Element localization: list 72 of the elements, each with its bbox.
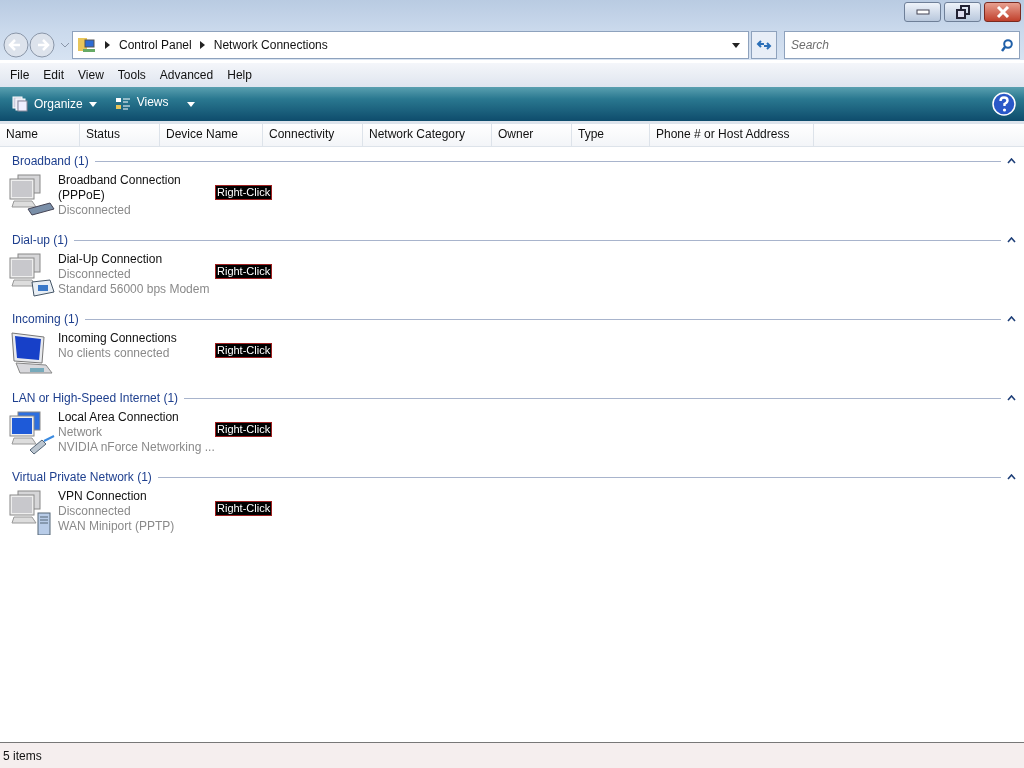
column-header[interactable]: Connectivity: [263, 124, 363, 146]
column-header[interactable]: Network Category: [363, 124, 492, 146]
breadcrumb-arrow-icon: [105, 41, 111, 49]
pages-icon: [12, 96, 28, 112]
column-header[interactable]: Device Name: [160, 124, 263, 146]
back-forward-icon[interactable]: [2, 31, 70, 59]
refresh-button[interactable]: [751, 31, 777, 59]
minimize-button[interactable]: [904, 2, 941, 22]
breadcrumb[interactable]: Control Panel: [119, 38, 192, 52]
column-header[interactable]: Type: [572, 124, 650, 146]
close-icon: [995, 6, 1010, 18]
menu-item[interactable]: Edit: [36, 66, 72, 84]
group-header[interactable]: LAN or High-Speed Internet (1): [12, 391, 179, 405]
restore-icon: [955, 5, 970, 19]
group-header[interactable]: Incoming (1): [12, 312, 79, 326]
network-folder-icon: [77, 36, 97, 54]
help-icon[interactable]: [992, 92, 1016, 116]
collapse-chevron-icon[interactable]: [1007, 158, 1016, 164]
connection-detail: NVIDIA nForce Networking ...: [58, 440, 215, 455]
search-icon[interactable]: [1001, 39, 1013, 52]
computers-phone-icon[interactable]: [8, 252, 56, 298]
menu-item[interactable]: File: [3, 66, 37, 84]
dropdown-arrow-icon[interactable]: [732, 42, 740, 48]
collapse-chevron-icon[interactable]: [1007, 395, 1016, 401]
connection-name[interactable]: VPN Connection: [58, 489, 212, 504]
group-header[interactable]: Broadband (1): [12, 154, 89, 168]
collapse-chevron-icon[interactable]: [1007, 316, 1016, 322]
refresh-icon: [756, 38, 772, 52]
connection-detail: WAN Miniport (PPTP): [58, 519, 175, 534]
breadcrumb-arrow-icon: [199, 41, 206, 49]
views-icon: [114, 97, 131, 111]
search-field[interactable]: Search: [784, 31, 1020, 59]
group-header[interactable]: Virtual Private Network (1): [12, 470, 152, 484]
restore-button[interactable]: [944, 2, 981, 22]
monitor-icon[interactable]: [8, 331, 56, 377]
views-button[interactable]: Views: [110, 95, 199, 113]
annotation-label: Right-Click: [215, 422, 273, 437]
minimize-icon: [915, 9, 930, 15]
menu-item[interactable]: Help: [220, 66, 259, 84]
connection-detail: Network: [58, 425, 102, 440]
menu-item[interactable]: View: [71, 66, 111, 84]
connection-detail: No clients connected: [58, 346, 170, 361]
connection-name[interactable]: Dial-Up Connection: [58, 252, 212, 267]
caret-icon: [186, 101, 195, 107]
address-bar[interactable]: Control Panel Network Connections: [72, 31, 749, 59]
collapse-chevron-icon[interactable]: [1007, 474, 1016, 480]
connection-name[interactable]: Broadband Connection (PPPoE): [58, 173, 212, 203]
connection-detail: Disconnected: [58, 203, 131, 218]
group-header[interactable]: Dial-up (1): [12, 233, 68, 247]
connection-name[interactable]: Local Area Connection: [58, 410, 212, 425]
annotation-label: Right-Click: [215, 501, 273, 516]
column-header[interactable]: Name: [0, 124, 80, 146]
column-header[interactable]: Phone # or Host Address: [650, 124, 814, 146]
annotation-label: Right-Click: [215, 185, 273, 200]
breadcrumb[interactable]: Network Connections: [213, 38, 328, 52]
close-button[interactable]: [984, 2, 1021, 22]
connection-detail: Standard 56000 bps Modem: [58, 282, 210, 297]
annotation-label: Right-Click: [215, 264, 273, 279]
computers-cable-icon[interactable]: [8, 410, 56, 456]
column-header[interactable]: Status: [80, 124, 160, 146]
annotation-label: Right-Click: [215, 343, 273, 358]
status-text: 5 items: [3, 748, 42, 763]
collapse-chevron-icon[interactable]: [1007, 237, 1016, 243]
computers-modem-icon[interactable]: [8, 173, 56, 219]
organize-button[interactable]: Organize: [8, 94, 101, 114]
connection-detail: Disconnected: [58, 267, 131, 282]
column-header[interactable]: Owner: [492, 124, 572, 146]
connection-detail: Disconnected: [58, 504, 131, 519]
caret-icon: [88, 101, 97, 107]
menu-item[interactable]: Advanced: [152, 66, 221, 84]
connection-name[interactable]: Incoming Connections: [58, 331, 212, 346]
menu-item[interactable]: Tools: [110, 66, 153, 84]
